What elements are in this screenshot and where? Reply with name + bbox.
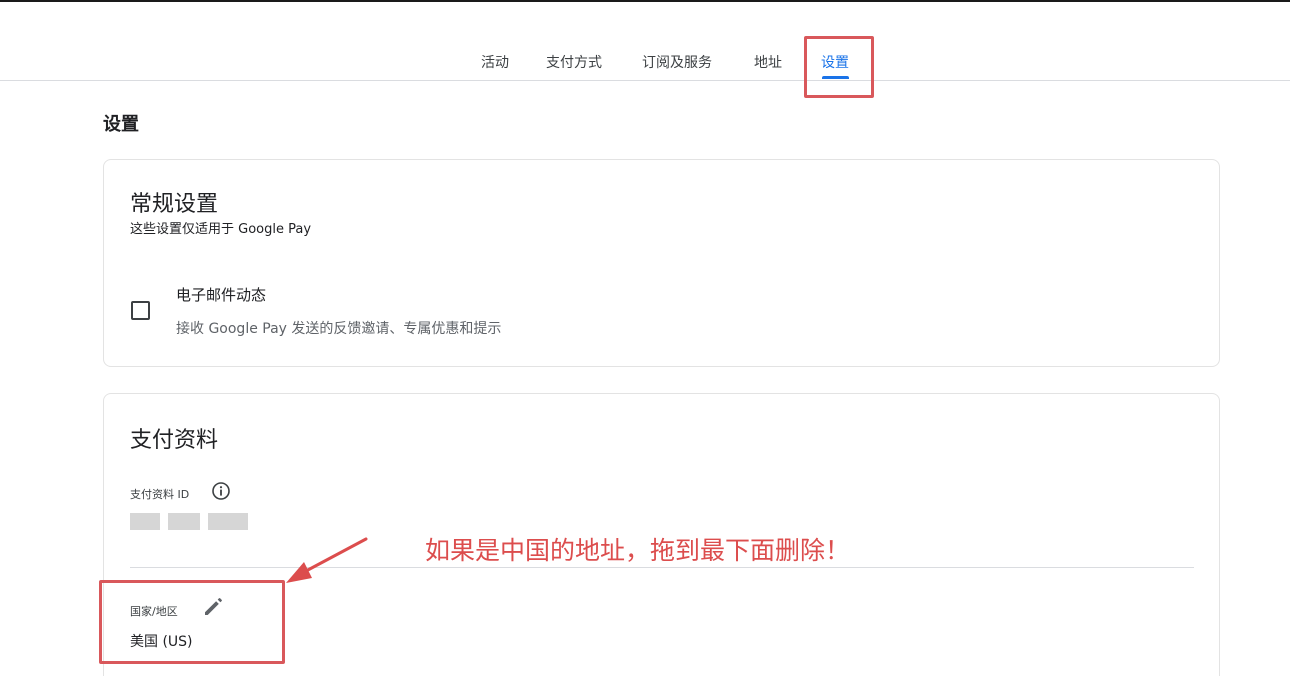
country-region-label: 国家/地区 bbox=[130, 605, 178, 618]
general-settings-title: 常规设置 bbox=[130, 192, 219, 217]
info-icon[interactable] bbox=[211, 481, 231, 501]
annotation-text: 如果是中国的地址，拖到最下面删除！ bbox=[425, 536, 851, 565]
email-updates-description: 接收 Google Pay 发送的反馈邀请、专属优惠和提示 bbox=[176, 321, 502, 337]
tab-activity[interactable]: 活动 bbox=[481, 52, 509, 72]
tab-payment-methods[interactable]: 支付方式 bbox=[546, 52, 602, 72]
tab-settings[interactable]: 设置 bbox=[821, 52, 849, 72]
tab-addresses[interactable]: 地址 bbox=[754, 52, 782, 72]
section-divider bbox=[130, 567, 1194, 568]
payment-profile-id-label: 支付资料 ID bbox=[130, 488, 190, 501]
general-settings-subtitle: 这些设置仅适用于 Google Pay bbox=[130, 222, 312, 237]
tab-subscriptions[interactable]: 订阅及服务 bbox=[642, 52, 712, 72]
general-settings-card: 常规设置 这些设置仅适用于 Google Pay 电子邮件动态 接收 Googl… bbox=[103, 159, 1220, 367]
window-top-border bbox=[0, 0, 1290, 2]
redacted-profile-id bbox=[130, 513, 248, 530]
pencil-icon[interactable] bbox=[201, 595, 225, 619]
tab-bar: 活动 支付方式 订阅及服务 地址 设置 bbox=[0, 40, 1290, 81]
country-region-value: 美国 (US) bbox=[130, 634, 193, 650]
email-updates-title: 电子邮件动态 bbox=[176, 286, 267, 304]
page-title: 设置 bbox=[103, 114, 139, 135]
active-tab-indicator bbox=[822, 76, 849, 79]
email-updates-checkbox[interactable] bbox=[131, 301, 150, 320]
payment-profile-title: 支付资料 bbox=[130, 428, 219, 453]
